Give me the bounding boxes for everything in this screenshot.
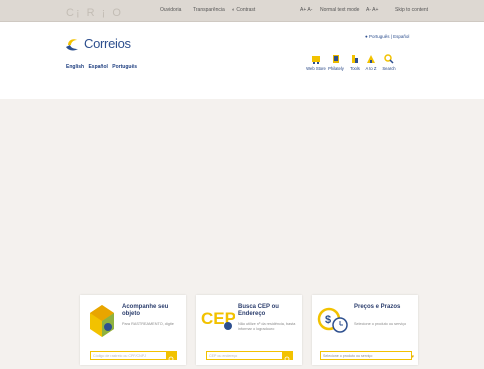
top-utility-bar: C¡ R ¡ O Ouvidoria Transparência ◐ Contr… — [0, 0, 484, 22]
transparencia-link[interactable]: Transparência — [193, 7, 225, 13]
store-icon — [312, 56, 320, 64]
tool-a-to-z[interactable]: A to Z — [361, 54, 381, 71]
tool-search[interactable]: Search — [379, 54, 399, 71]
card-tracking-title: Acompanhe seu objeto — [122, 304, 169, 317]
brand-watermark: C¡ R ¡ O — [66, 7, 123, 19]
cep-icon: CEP — [201, 309, 235, 330]
svg-text:$: $ — [325, 314, 331, 326]
skip-to-content-link[interactable]: Skip to content — [395, 7, 428, 13]
site-header — [0, 22, 484, 99]
lang-english-link[interactable]: English — [66, 64, 84, 70]
contrast-icon: ◐ — [232, 7, 236, 13]
prices-icon: $ — [317, 307, 348, 333]
correios-logo[interactable]: Correios — [64, 36, 144, 56]
ouvidoria-link[interactable]: Ouvidoria — [160, 7, 181, 13]
stamp-icon — [333, 55, 339, 63]
card-prices: $ Preços e Prazos Selecione o produto ou… — [312, 295, 418, 365]
card-cep-desc: Não utilize nº da residência, basta info… — [238, 322, 296, 331]
lang-espanol-link[interactable]: Español — [88, 64, 107, 70]
card-prices-desc: Selecione o produto ou serviço — [354, 322, 407, 326]
prices-product-select[interactable]: Selecione o produto ou serviço — [320, 351, 412, 360]
language-selector: English Español Português — [66, 64, 140, 70]
font-size-controls-2[interactable]: A- A+ — [366, 7, 378, 13]
contrast-link[interactable]: ◐ Contrast — [232, 7, 255, 13]
tools-icon — [352, 55, 358, 63]
search-icon — [284, 356, 291, 363]
card-cep-title: Busca CEP ou Endereço — [238, 304, 279, 317]
normal-text-link[interactable]: Normal text mode — [320, 7, 359, 13]
search-icon — [168, 356, 175, 363]
language-switch[interactable]: ● Português | Español — [365, 34, 409, 39]
lang-portugues-link[interactable]: Português — [112, 64, 137, 70]
search-icon — [384, 54, 394, 64]
chevron-down-icon: ▾ — [411, 354, 414, 360]
card-cep: CEP Busca CEP ou Endereço Não utilize nº… — [196, 295, 302, 365]
logo-wordmark: Correios — [84, 36, 131, 51]
card-tracking-desc: Para RASTREAMENTO, digite — [122, 322, 174, 326]
globe-icon: ● — [365, 34, 368, 39]
font-size-controls[interactable]: A+ A- — [300, 7, 312, 13]
tracking-search-button[interactable] — [166, 351, 177, 363]
card-tracking: Acompanhe seu objeto Para RASTREAMENTO, … — [80, 295, 186, 365]
tracking-icon — [90, 305, 114, 337]
cep-search-button[interactable] — [282, 351, 293, 363]
tracking-input[interactable]: Código de rastreio ou CPF/CNPJ — [90, 351, 176, 360]
tool-philately[interactable]: Philately — [326, 54, 346, 71]
cep-input[interactable]: CEP ou endereço — [206, 351, 292, 360]
card-prices-title: Preços e Prazos — [354, 304, 401, 310]
tool-web-store[interactable]: Web Store — [306, 54, 326, 71]
correios-logo-icon — [66, 39, 78, 51]
a-to-z-icon — [367, 55, 375, 63]
